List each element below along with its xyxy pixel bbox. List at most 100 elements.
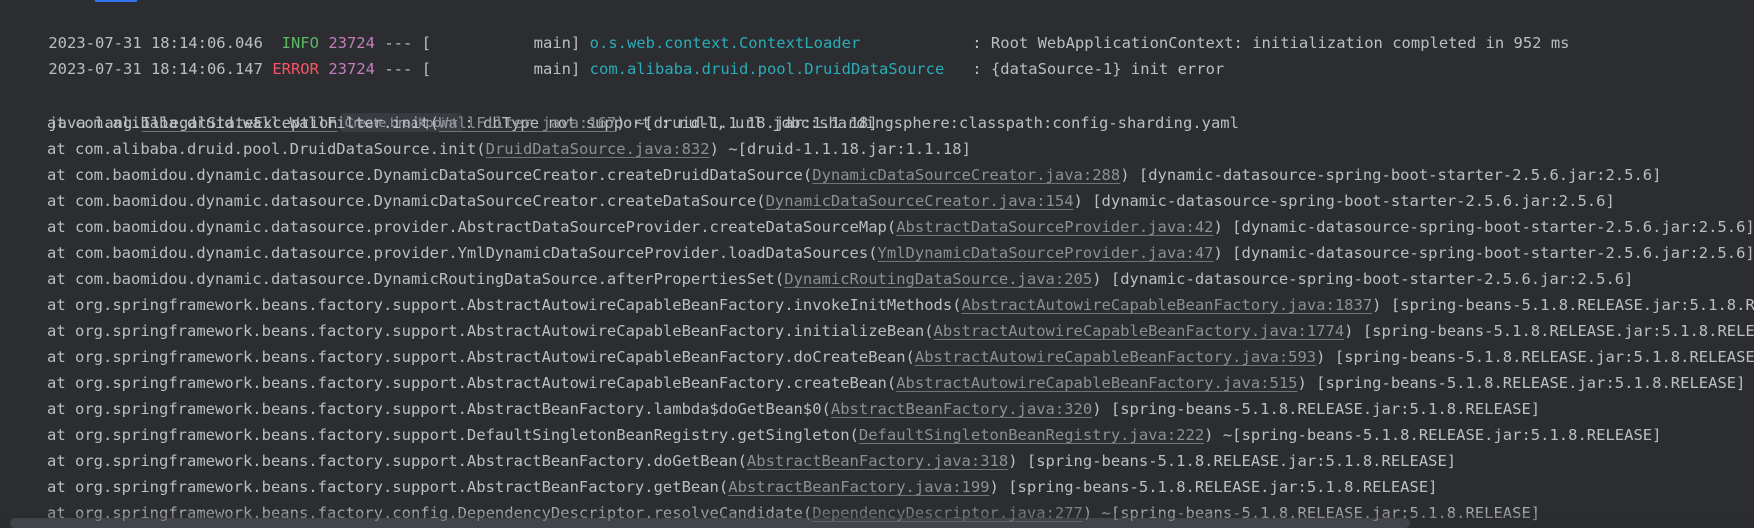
frame-source-link[interactable]: DynamicRoutingDataSource.java:205 [784, 270, 1092, 288]
log-thread: [ main] [421, 60, 581, 78]
frame-close-paren: ) [1372, 296, 1382, 314]
frame-method: org.springframework.beans.factory.suppor… [75, 296, 953, 314]
frame-source-link[interactable]: YmlDynamicDataSourceProvider.java:47 [878, 244, 1214, 262]
frame-jar: [spring-beans-5.1.8.RELEASE.jar:5.1.8.RE… [1353, 322, 1754, 340]
frame-open-paren: ( [429, 114, 439, 132]
frame-method: com.baomidou.dynamic.datasource.DynamicD… [75, 192, 757, 210]
stack-frame: at org.springframework.beans.factory.sup… [47, 396, 1540, 422]
frame-jar: [dynamic-datasource-spring-boot-starter-… [1222, 244, 1754, 262]
frame-method: com.baomidou.dynamic.datasource.DynamicD… [75, 166, 803, 184]
log-logger: com.alibaba.druid.pool.DruidDataSource [589, 60, 945, 78]
frame-source-link[interactable]: AbstractDataSourceProvider.java:42 [896, 218, 1213, 236]
log-pid: 23724 [328, 60, 375, 78]
frame-jar: [spring-beans-5.1.8.RELEASE.jar:5.1.8.RE… [1390, 296, 1754, 314]
frame-open-paren: ( [886, 374, 897, 392]
frame-source-link[interactable]: DruidDataSource.java:832 [486, 140, 710, 158]
log-message: : {dataSource-1} init error [972, 60, 1225, 78]
frame-source-link[interactable]: AbstractAutowireCapableBeanFactory.java:… [962, 296, 1373, 314]
frame-source-link[interactable]: AbstractAutowireCapableBeanFactory.java:… [915, 348, 1316, 366]
frame-open-paren: ( [849, 426, 859, 444]
log-timestamp: 2023-07-31 18:14:06.147 [48, 60, 263, 78]
log-line-info: 2023-07-31 18:14:06.046 INFO 23724 --- [… [11, 4, 1569, 52]
frame-method: org.springframework.beans.factory.suppor… [75, 452, 738, 470]
frame-close-paren: ) [1297, 374, 1307, 392]
frame-at-keyword: at [47, 400, 75, 418]
frame-method: org.springframework.beans.factory.suppor… [75, 322, 925, 340]
frame-at-keyword: at [47, 192, 75, 210]
frame-open-paren: ( [821, 400, 831, 418]
frame-at-keyword: at [47, 218, 75, 236]
active-tab-indicator [95, 0, 137, 2]
frame-method: com.baomidou.dynamic.datasource.DynamicR… [75, 270, 775, 288]
frame-at-keyword: at [47, 114, 75, 132]
stack-frame: at org.springframework.beans.factory.sup… [47, 448, 1456, 474]
frame-open-paren: ( [756, 192, 766, 210]
frame-jar: [dynamic-datasource-spring-boot-starter-… [1082, 192, 1615, 210]
frame-at-keyword: at [47, 426, 75, 444]
stack-frame: at org.springframework.beans.factory.sup… [47, 344, 1754, 370]
frame-open-paren: ( [952, 296, 962, 314]
frame-close-paren: ) [1316, 348, 1326, 366]
frame-source-link[interactable]: AbstractBeanFactory.java:199 [728, 478, 989, 496]
log-line-error: 2023-07-31 18:14:06.147 ERROR 23724 --- … [11, 30, 1224, 78]
stack-frame: at org.springframework.beans.factory.sup… [47, 370, 1745, 396]
frame-open-paren: ( [886, 218, 897, 236]
stack-frame: at org.springframework.beans.factory.sup… [47, 422, 1661, 448]
frame-source-link[interactable]: DynamicDataSourceCreator.java:288 [812, 166, 1120, 184]
frame-jar: ~[druid-1.1.18.jar:1.1.18] [718, 140, 971, 158]
frame-jar: [spring-beans-5.1.8.RELEASE.jar:5.1.8.RE… [1325, 348, 1754, 366]
frame-jar: [spring-beans-5.1.8.RELEASE.jar:5.1.8.RE… [1306, 374, 1746, 392]
stack-frame: at com.baomidou.dynamic.datasource.Dynam… [47, 162, 1661, 188]
frame-source-link[interactable]: AbstractBeanFactory.java:318 [747, 452, 1008, 470]
frame-jar: [dynamic-datasource-spring-boot-starter-… [1101, 270, 1634, 288]
frame-open-paren: ( [737, 452, 747, 470]
horizontal-scrollbar[interactable] [10, 518, 1410, 528]
stack-frame: at com.alibaba.druid.wall.WallFilter.ini… [47, 110, 878, 136]
stack-frame: at com.baomidou.dynamic.datasource.provi… [47, 240, 1754, 266]
frame-jar: [dynamic-datasource-spring-boot-starter-… [1129, 166, 1662, 184]
frame-open-paren: ( [905, 348, 915, 366]
frame-open-paren: ( [802, 166, 813, 184]
frame-close-paren: ) [1344, 322, 1354, 340]
frame-source-link[interactable]: AbstractBeanFactory.java:320 [831, 400, 1092, 418]
frame-close-paren: ) [1213, 218, 1223, 236]
frame-close-paren: ) [1204, 426, 1214, 444]
frame-at-keyword: at [47, 348, 75, 366]
frame-source-link[interactable]: AbstractAutowireCapableBeanFactory.java:… [896, 374, 1297, 392]
frame-method: org.springframework.beans.factory.suppor… [75, 348, 906, 366]
log-level-error: ERROR [272, 60, 319, 78]
frame-source-link[interactable]: WallFilter.java:167 [439, 114, 616, 132]
stack-frame: at com.baomidou.dynamic.datasource.provi… [47, 214, 1754, 240]
frame-method: com.alibaba.druid.pool.DruidDataSource.i… [75, 140, 477, 158]
frame-source-link[interactable]: AbstractAutowireCapableBeanFactory.java:… [934, 322, 1345, 340]
frame-method: com.baomidou.dynamic.datasource.provider… [75, 218, 887, 236]
log-separator: --- [384, 60, 413, 78]
frame-jar: [spring-beans-5.1.8.RELEASE.jar:5.1.8.RE… [1101, 400, 1541, 418]
frame-source-link[interactable]: DynamicDataSourceCreator.java:154 [766, 192, 1074, 210]
frame-close-paren: ) [1213, 244, 1223, 262]
frame-close-paren: ) [1092, 400, 1102, 418]
frame-at-keyword: at [47, 166, 75, 184]
frame-jar: ~[spring-beans-5.1.8.RELEASE.jar:5.1.8.R… [1213, 426, 1662, 444]
frame-at-keyword: at [47, 270, 75, 288]
frame-method: com.baomidou.dynamic.datasource.provider… [75, 244, 869, 262]
frame-close-paren: ) [616, 114, 626, 132]
stack-frame: at com.baomidou.dynamic.datasource.Dynam… [47, 188, 1615, 214]
frame-open-paren: ( [476, 140, 486, 158]
frame-source-link[interactable]: DefaultSingletonBeanRegistry.java:222 [859, 426, 1204, 444]
frame-jar: ~[druid-1.1.18.jar:1.1.18] [625, 114, 878, 132]
frame-close-paren: ) [1092, 270, 1102, 288]
console-output[interactable]: 2023-07-31 18:14:06.046 INFO 23724 --- [… [0, 0, 1754, 528]
stack-frame: at org.springframework.beans.factory.sup… [47, 292, 1754, 318]
frame-at-keyword: at [47, 244, 75, 262]
frame-at-keyword: at [47, 374, 75, 392]
exception-line: java.lang.IllegalStateException Create br… [11, 84, 1239, 132]
frame-open-paren: ( [868, 244, 878, 262]
stack-frame: at org.springframework.beans.factory.sup… [47, 474, 1438, 500]
frame-jar: [spring-beans-5.1.8.RELEASE.jar:5.1.8.RE… [998, 478, 1438, 496]
frame-at-keyword: at [47, 452, 75, 470]
frame-method: org.springframework.beans.factory.suppor… [75, 374, 887, 392]
frame-open-paren: ( [718, 478, 729, 496]
frame-at-keyword: at [47, 322, 75, 340]
frame-method: org.springframework.beans.factory.suppor… [75, 426, 850, 444]
